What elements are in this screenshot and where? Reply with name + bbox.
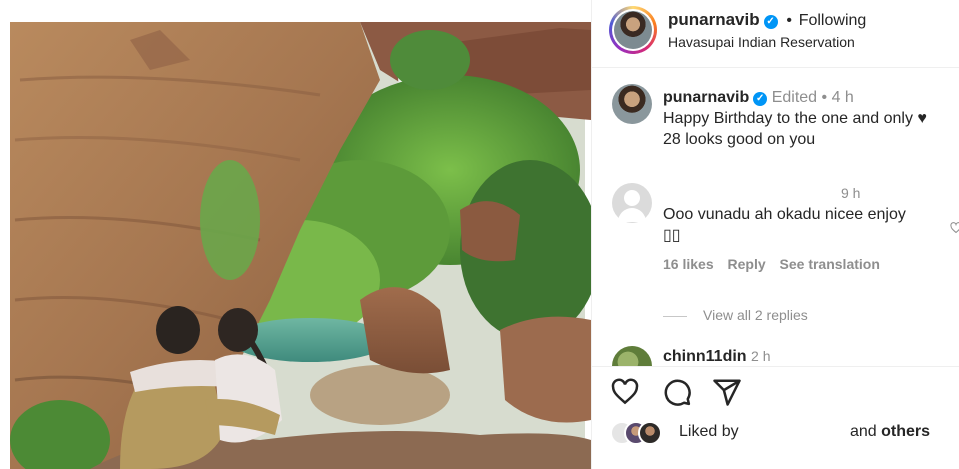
comment-bubble-icon[interactable] xyxy=(662,377,692,407)
liked-by-label: Liked by xyxy=(679,423,739,440)
caption-avatar[interactable] xyxy=(612,84,652,124)
separator-dot: • xyxy=(786,12,792,29)
caption-dot: • xyxy=(821,89,828,106)
liked-others: and others xyxy=(850,423,930,441)
comment-body: chinn11din 2 h xyxy=(663,346,959,367)
comment-avatar[interactable] xyxy=(612,183,652,223)
heart-emoji: ♥ xyxy=(917,110,927,127)
view-replies-label[interactable]: View all 2 replies xyxy=(703,307,808,323)
reply-button[interactable]: Reply xyxy=(728,256,766,272)
post-header: punarnavib ✓ • Following Havasupai Indian… xyxy=(592,0,959,68)
post-actions: Liked by and others xyxy=(592,366,959,469)
comment-text-line1: Ooo vunadu ah okadu nicee enjoy xyxy=(663,206,906,223)
post-photo[interactable] xyxy=(0,0,591,469)
edited-label: Edited xyxy=(771,89,818,106)
author-line: punarnavib ✓ • Following xyxy=(668,10,866,30)
author-username[interactable]: punarnavib xyxy=(668,10,760,29)
comment-body: 9 h Ooo vunadu ah okadu nicee enjoy ▯▯ 1… xyxy=(663,183,959,275)
post-side-panel: punarnavib ✓ • Following Havasupai Indian… xyxy=(591,0,959,469)
post-location[interactable]: Havasupai Indian Reservation xyxy=(668,34,855,50)
following-button[interactable]: Following xyxy=(799,12,867,29)
comment-text-line2: ▯▯ xyxy=(663,227,681,244)
see-translation-link[interactable]: See translation xyxy=(780,256,880,272)
caption-body: punarnavib ✓ Edited • 4 h Happy Birthday … xyxy=(663,87,959,150)
caption-username[interactable]: punarnavib xyxy=(663,89,749,106)
view-replies[interactable]: View all 2 replies xyxy=(663,307,808,323)
small-heart-icon[interactable] xyxy=(950,222,959,234)
others-link[interactable]: others xyxy=(881,423,930,440)
verified-badge-icon: ✓ xyxy=(763,15,778,29)
liked-by-row: Liked by and others xyxy=(610,419,959,447)
replies-divider xyxy=(663,315,687,317)
caption-text-line1: Happy Birthday to the one and only xyxy=(663,110,913,127)
comment-username[interactable]: chinn11din xyxy=(663,348,747,365)
paper-plane-icon[interactable] xyxy=(712,377,742,407)
heart-icon[interactable] xyxy=(610,377,640,407)
liker-avatar[interactable] xyxy=(638,421,662,445)
caption-time[interactable]: 4 h xyxy=(832,89,854,106)
comment-time[interactable]: 9 h xyxy=(663,183,959,204)
canyon-waterfall-photo xyxy=(0,0,591,469)
verified-badge-icon: ✓ xyxy=(753,92,768,106)
author-avatar[interactable] xyxy=(609,6,657,54)
comment-time[interactable]: 2 h xyxy=(751,348,770,364)
comment-likes[interactable]: 16 likes xyxy=(663,256,714,272)
comment-meta: 16 likes Reply See translation xyxy=(663,254,959,275)
caption-text-line2: 28 looks good on you xyxy=(663,131,816,148)
and-label: and xyxy=(850,423,877,440)
